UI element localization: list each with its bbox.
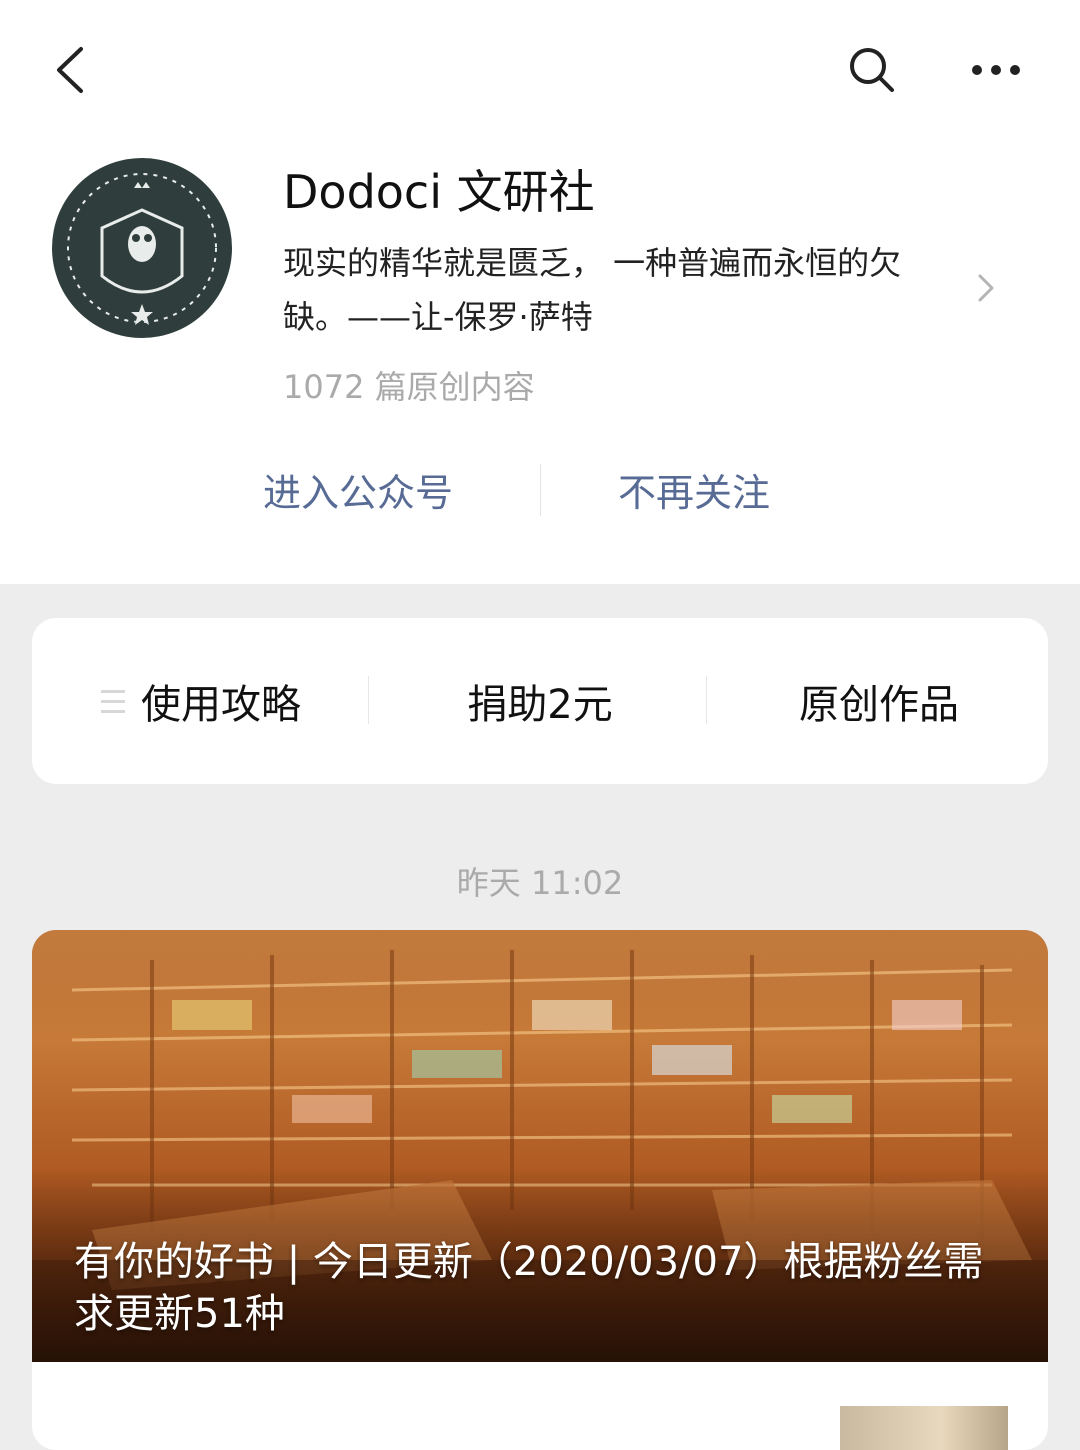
menu-divider [706, 676, 707, 724]
owl-logo-icon [54, 160, 230, 336]
unfollow-button[interactable]: 不再关注 [618, 462, 770, 517]
article-card[interactable]: 有你的好书 | 今日更新（2020/03/07）根据粉丝需求更新51种 [32, 930, 1048, 1450]
menu-item-original-works[interactable]: 原创作品 [710, 618, 1048, 784]
avatar[interactable] [52, 158, 232, 338]
action-divider [540, 464, 541, 516]
menu-item-donate[interactable]: 捐助2元 [370, 618, 710, 784]
article-thumbnail[interactable] [840, 1406, 1008, 1450]
menu-item-guide[interactable]: 使用攻略 [32, 618, 370, 784]
description-expand-button[interactable] [970, 268, 1000, 308]
menu-item-label: 原创作品 [799, 682, 959, 728]
article-title[interactable]: 有你的好书 | 今日更新（2020/03/07）根据粉丝需求更新51种 [74, 1236, 1004, 1340]
search-icon [850, 48, 894, 92]
feed-timestamp: 昨天 11:02 [456, 864, 624, 902]
enter-account-button[interactable]: 进入公众号 [263, 462, 453, 517]
account-description[interactable]: 现实的精华就是匮乏， 一种普遍而永恒的欠缺。——让-保罗·萨特 [283, 236, 963, 344]
account-menu: 使用攻略 捐助2元 原创作品 [32, 618, 1048, 784]
account-name: Dodoci 文研社 [283, 165, 595, 219]
chevron-right-icon [978, 274, 994, 302]
chevron-left-icon [57, 47, 83, 93]
search-button[interactable] [840, 40, 904, 100]
more-button[interactable] [960, 40, 1032, 100]
profile-header: Dodoci 文研社 现实的精华就是匮乏， 一种普遍而永恒的欠缺。——让-保罗·… [0, 0, 1080, 584]
menu-item-label: 使用攻略 [141, 682, 301, 728]
more-dots-icon [972, 65, 1020, 75]
menu-list-icon [101, 689, 125, 713]
menu-item-label: 捐助2元 [467, 682, 613, 728]
original-content-count: 1072 篇原创内容 [283, 368, 535, 406]
article-cover-image[interactable]: 有你的好书 | 今日更新（2020/03/07）根据粉丝需求更新51种 [32, 930, 1048, 1362]
menu-divider [368, 676, 369, 724]
back-button[interactable] [40, 40, 100, 100]
